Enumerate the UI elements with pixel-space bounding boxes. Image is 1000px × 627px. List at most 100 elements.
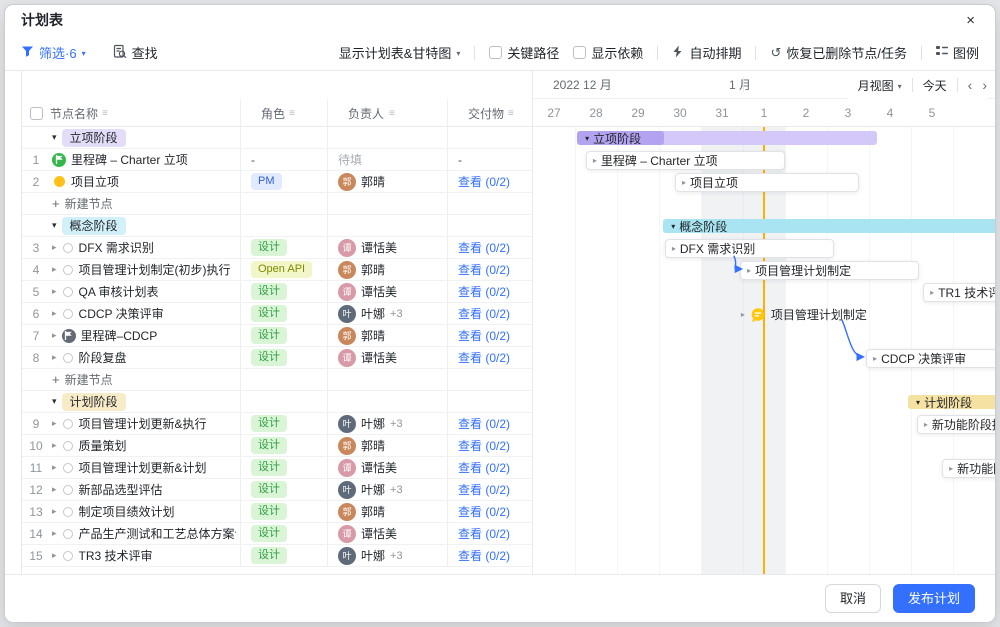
node-name-cell[interactable]: ▾概念阶段 [50, 215, 240, 236]
node-name-cell[interactable]: ▾计划阶段 [50, 391, 240, 412]
deliverable-cell: 查看 (0/2) [447, 281, 532, 302]
deliverable-link[interactable]: 查看 (0/2) [458, 283, 510, 300]
filter-button[interactable]: 筛选·6 ▾ [21, 43, 86, 62]
node-name-cell[interactable]: ▸QA 审核计划表 [50, 281, 240, 302]
deliverable-link[interactable]: 查看 (0/2) [458, 261, 510, 278]
task-bar-label: CDCP 决策评审 [881, 350, 966, 367]
deliverable-link[interactable]: 查看 (0/2) [458, 547, 510, 564]
node-name-cell[interactable]: ▸项目管理计划更新&计划 [50, 457, 240, 478]
view-mode-select[interactable]: 显示计划表&甘特图 ▾ [339, 43, 461, 62]
task-bar[interactable]: ▸新功能阶段推广 [942, 459, 995, 478]
task-bar[interactable]: ▸里程碑 – Charter 立项 [586, 151, 785, 170]
owner-name: 叶娜 [361, 481, 385, 498]
checkbox-icon[interactable] [573, 46, 586, 59]
close-button[interactable]: × [962, 11, 979, 30]
add-node-button[interactable]: +新建节点 [50, 193, 240, 214]
column-header-deliverable[interactable]: 交付物 ≡ [447, 99, 532, 127]
task-bar[interactable]: ▸TR1 技术评审 [923, 283, 995, 302]
row-expander-icon[interactable]: ▸ [52, 242, 57, 253]
task-bar[interactable]: ▸项目立项 [675, 173, 859, 192]
stage-expander-icon[interactable]: ▾ [671, 222, 675, 231]
column-header-role[interactable]: 角色 ≡ [240, 99, 327, 127]
row-expander-icon[interactable]: ▸ [52, 462, 57, 473]
deliverable-link[interactable]: 查看 (0/2) [458, 415, 510, 432]
restore-label: 恢复已删除节点/任务 [786, 43, 907, 62]
row-expander-icon[interactable]: ▸ [52, 286, 57, 297]
role-chip: 设计 [251, 525, 287, 542]
node-name-cell[interactable]: 项目立项 [50, 171, 240, 192]
day-gridline [617, 127, 618, 574]
select-all-checkbox[interactable] [30, 107, 43, 120]
view-scale-select[interactable]: 月视图 ▾ [858, 77, 902, 94]
task-bar[interactable]: ▸CDCP 决策评审 [866, 349, 995, 368]
task-bar[interactable]: ▸新功能阶段推广 [917, 415, 995, 434]
deliverable-link[interactable]: 查看 (0/2) [458, 503, 510, 520]
node-name-cell[interactable]: ▸项目管理计划更新&执行 [50, 413, 240, 434]
deliverable-link[interactable]: 查看 (0/2) [458, 349, 510, 366]
group-expander-icon[interactable]: ▾ [52, 396, 57, 407]
deliverable-link[interactable]: 查看 (0/2) [458, 525, 510, 542]
cancel-button[interactable]: 取消 [825, 584, 881, 613]
column-header-owner[interactable]: 负责人 ≡ [327, 99, 447, 127]
task-bar[interactable]: ▸DFX 需求识别 [665, 239, 834, 258]
search-button[interactable]: 查找 [112, 43, 158, 62]
deliverable-link[interactable]: 查看 (0/2) [458, 327, 510, 344]
row-expander-icon[interactable]: ▸ [52, 352, 57, 363]
critical-path-checkbox[interactable]: 关键路径 [489, 43, 559, 62]
deliverable-link[interactable]: 查看 (0/2) [458, 173, 510, 190]
node-name-cell[interactable]: ▸产品生产测试和工艺总体方案设计 [50, 523, 240, 544]
node-name-cell[interactable]: ▸DFX 需求识别 [50, 237, 240, 258]
stage-expander-icon[interactable]: ▾ [916, 398, 920, 407]
comment-item[interactable]: ▸项目管理计划制定 [741, 306, 867, 323]
node-name-cell[interactable]: 里程碑 – Charter 立项 [50, 149, 240, 170]
node-name-cell[interactable]: ▸TR3 技术评审 [50, 545, 240, 566]
stage-bar[interactable]: ▾计划阶段 [908, 395, 995, 409]
column-header-node-name[interactable]: 节点名称 ≡ [50, 99, 240, 127]
auto-schedule-button[interactable]: 自动排期 [672, 43, 741, 62]
node-name-cell[interactable]: ▸阶段复盘 [50, 347, 240, 368]
publish-plan-button[interactable]: 发布计划 [893, 584, 975, 613]
node-status-icon [54, 176, 65, 187]
row-expander-icon[interactable]: ▸ [52, 528, 57, 539]
node-name-cell[interactable]: ▸里程碑–CDCP [50, 325, 240, 346]
row-expander-icon[interactable]: ▸ [52, 330, 57, 341]
stage-bar[interactable]: ▾概念阶段 [663, 219, 995, 233]
legend-button[interactable]: 图例 [936, 43, 979, 62]
table-row: 8▸阶段复盘设计谭谭恬美查看 (0/2) [22, 347, 532, 369]
restore-deleted-button[interactable]: ↺ 恢复已删除节点/任务 [770, 43, 907, 62]
deliverable-link[interactable]: 查看 (0/2) [458, 239, 510, 256]
show-dependency-checkbox[interactable]: 显示依赖 [573, 43, 643, 62]
divider [474, 46, 475, 60]
node-name-cell[interactable]: ▸CDCP 决策评审 [50, 303, 240, 324]
table-row: 5▸QA 审核计划表设计谭谭恬美查看 (0/2) [22, 281, 532, 303]
group-expander-icon[interactable]: ▾ [52, 132, 57, 143]
row-expander-icon[interactable]: ▸ [52, 308, 57, 319]
row-expander-icon[interactable]: ▸ [52, 484, 57, 495]
deliverable-link[interactable]: 查看 (0/2) [458, 459, 510, 476]
today-button[interactable]: 今天 [923, 77, 947, 94]
column-label: 负责人 [338, 105, 384, 122]
stage-expander-icon[interactable]: ▾ [585, 134, 589, 143]
deliverable-link[interactable]: 查看 (0/2) [458, 481, 510, 498]
stage-bar[interactable]: ▾立项阶段 [577, 131, 877, 145]
row-expander-icon[interactable]: ▸ [52, 550, 57, 561]
deliverable-link[interactable]: 查看 (0/2) [458, 437, 510, 454]
checkbox-icon[interactable] [489, 46, 502, 59]
row-expander-icon[interactable]: ▸ [52, 264, 57, 275]
node-name-cell[interactable]: ▸新部品选型评估 [50, 479, 240, 500]
group-expander-icon[interactable]: ▾ [52, 220, 57, 231]
node-name-cell[interactable]: ▸质量策划 [50, 435, 240, 456]
prev-page-icon[interactable]: ‹ [968, 78, 973, 92]
task-bar[interactable]: ▸项目管理计划制定 [740, 261, 919, 280]
add-node-button[interactable]: +新建节点 [50, 369, 240, 390]
row-expander-icon[interactable]: ▸ [52, 418, 57, 429]
month-divider [743, 77, 744, 92]
deliverable-link[interactable]: 查看 (0/2) [458, 305, 510, 322]
role-chip: PM [251, 173, 282, 190]
row-expander-icon[interactable]: ▸ [52, 506, 57, 517]
row-expander-icon[interactable]: ▸ [52, 440, 57, 451]
node-name-cell[interactable]: ▸制定项目绩效计划 [50, 501, 240, 522]
next-page-icon[interactable]: › [982, 78, 987, 92]
node-name-cell[interactable]: ▸项目管理计划制定(初步)执行 [50, 259, 240, 280]
node-name-cell[interactable]: ▾立项阶段 [50, 127, 240, 148]
